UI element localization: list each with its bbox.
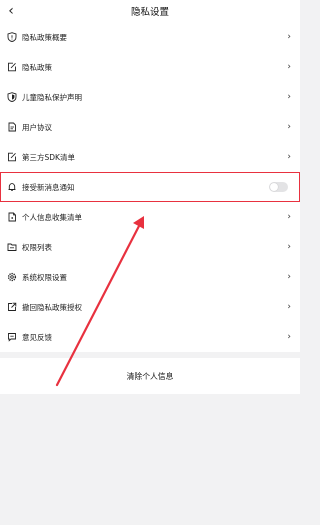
row-privacy-policy[interactable]: 隐私政策 ›	[0, 52, 300, 82]
row-sdk-list[interactable]: 第三方SDK清单 ›	[0, 142, 300, 172]
notification-toggle[interactable]	[269, 182, 288, 192]
row-label: 撤回隐私政策授权	[22, 302, 82, 312]
gear-icon	[7, 272, 17, 282]
file-icon	[7, 212, 17, 222]
chevron-right-icon: ›	[287, 62, 291, 72]
edit-doc-icon	[7, 62, 17, 72]
page-title: 隐私设置	[130, 7, 169, 18]
nav-header: ‹ 隐私设置	[0, 0, 300, 22]
shield-icon	[7, 92, 17, 102]
row-system-permissions[interactable]: 系统权限设置 ›	[0, 262, 300, 292]
chevron-right-icon: ›	[287, 152, 291, 162]
chevron-right-icon: ›	[287, 302, 291, 312]
row-user-agreement[interactable]: 用户协议 ›	[0, 112, 300, 142]
row-new-message-notification: 接受新消息通知	[0, 172, 300, 202]
row-permission-list[interactable]: 权限列表 ›	[0, 232, 300, 262]
folder-icon	[7, 242, 17, 252]
row-label: 接受新消息通知	[22, 182, 75, 192]
document-icon	[7, 122, 17, 132]
row-label: 用户协议	[22, 122, 52, 132]
edit-doc-icon	[7, 152, 17, 162]
row-revoke-authorization[interactable]: 撤回隐私政策授权 ›	[0, 292, 300, 322]
external-link-icon	[7, 302, 17, 312]
chevron-right-icon: ›	[287, 242, 291, 252]
chevron-right-icon: ›	[287, 92, 291, 102]
row-feedback[interactable]: 意见反馈 ›	[0, 322, 300, 352]
chevron-right-icon: ›	[287, 332, 291, 342]
feedback-icon	[7, 332, 17, 342]
chevron-right-icon: ›	[287, 272, 291, 282]
settings-list: 隐私政策概要 › 隐私政策 › 儿童隐私保护声明 › 用户协议 › 第三方SDK…	[0, 22, 300, 352]
row-child-privacy[interactable]: 儿童隐私保护声明 ›	[0, 82, 300, 112]
row-label: 意见反馈	[22, 332, 52, 342]
row-label: 隐私政策	[22, 62, 52, 72]
row-label: 个人信息收集清单	[22, 212, 82, 222]
chevron-right-icon: ›	[287, 122, 291, 132]
row-label: 儿童隐私保护声明	[22, 92, 82, 102]
row-label: 隐私政策概要	[22, 32, 67, 42]
chevron-right-icon: ›	[287, 212, 291, 222]
row-label: 系统权限设置	[22, 272, 67, 282]
row-label: 第三方SDK清单	[22, 152, 75, 162]
shield-info-icon	[7, 32, 17, 42]
clear-personal-info-button[interactable]: 清除个人信息	[0, 358, 300, 394]
chevron-right-icon: ›	[287, 32, 291, 42]
row-privacy-summary[interactable]: 隐私政策概要 ›	[0, 22, 300, 52]
toggle-knob	[270, 183, 278, 191]
back-arrow-icon[interactable]: ‹	[2, 0, 20, 22]
bell-icon	[7, 182, 17, 192]
row-label: 权限列表	[22, 242, 52, 252]
row-personal-info-list[interactable]: 个人信息收集清单 ›	[0, 202, 300, 232]
